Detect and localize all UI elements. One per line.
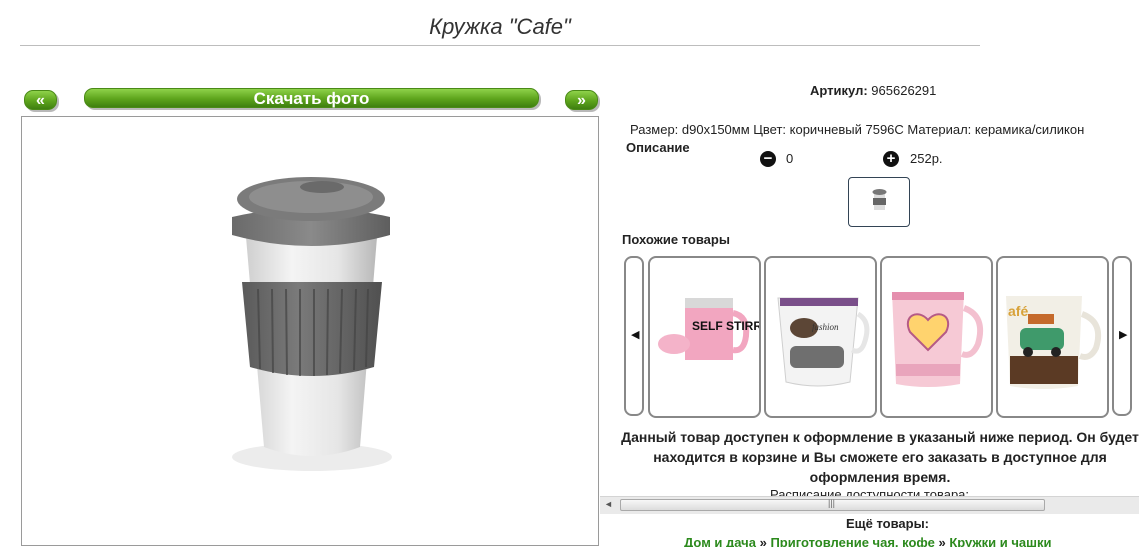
article-label: Артикул: — [810, 83, 868, 98]
breadcrumb-separator: » — [759, 535, 767, 547]
breadcrumb-link[interactable]: Приготовление чая, кофе — [770, 535, 934, 547]
next-photo-button[interactable]: » — [565, 90, 598, 110]
similar-product-card[interactable]: fashion — [764, 256, 877, 418]
photo-thumbnail[interactable] — [848, 177, 910, 227]
prev-photo-button[interactable]: « — [24, 90, 57, 110]
similar-product-card[interactable]: afé — [996, 256, 1109, 418]
breadcrumb-link[interactable]: Кружки и чашки — [949, 535, 1051, 547]
similar-product-card[interactable] — [880, 256, 993, 418]
fashion-mug-image: fashion — [777, 297, 870, 387]
skip-back-icon: ◀ — [631, 329, 640, 341]
travel-mug-image — [232, 177, 392, 471]
cafe-car-mug-image: afé — [1006, 296, 1102, 389]
mug-print-text: SELF STIRRING MUG — [692, 319, 759, 333]
carousel-prev-button[interactable]: ◀ — [624, 256, 644, 416]
product-photo — [21, 116, 599, 546]
availability-schedule-label: Расписание доступности товара: — [769, 488, 970, 496]
price-value: 252р. — [910, 151, 943, 166]
article-value: 965626291 — [871, 83, 937, 98]
download-photo-button[interactable]: Скачать фото — [84, 88, 539, 108]
heart-mug-image — [892, 292, 984, 387]
horizontal-scrollbar[interactable]: ◄ ||| — [600, 496, 1139, 514]
similar-products-title: Похожие товары — [622, 232, 730, 247]
thumbnail-mug-icon — [872, 189, 887, 210]
product-properties: Размер: d90x150мм Цвет: коричневый 7596C… — [630, 122, 1085, 137]
carousel-next-button[interactable]: ▶ — [1112, 256, 1132, 416]
description-label: Описание — [626, 140, 690, 155]
breadcrumb-link[interactable]: Дом и дача — [684, 535, 756, 547]
scrollbar-thumb[interactable]: ||| — [620, 498, 1045, 511]
skip-forward-icon: ▶ — [1119, 329, 1128, 341]
mug-print-text: afé — [1008, 303, 1028, 319]
product-details: Артикул: 965626291 Размер: d90x150мм Цве… — [600, 60, 1139, 547]
self-stirring-mug-image: SELF STIRRING MUG — [658, 298, 759, 360]
grip-icon: ||| — [828, 498, 836, 508]
plus-icon[interactable]: + — [883, 151, 899, 167]
category-breadcrumb: Дом и дача » Приготовление чая, кофе » К… — [684, 535, 1051, 547]
quantity-value: 0 — [786, 151, 794, 166]
more-products-title: Ещё товары: — [845, 516, 930, 531]
scroll-left-icon[interactable]: ◄ — [604, 499, 613, 509]
article-row: Артикул: 965626291 — [810, 83, 936, 98]
availability-notice: Данный товар доступен к оформление в ука… — [621, 429, 1139, 485]
similar-product-card[interactable]: SELF STIRRING MUG — [648, 256, 761, 418]
title-divider — [20, 45, 980, 46]
minus-icon[interactable]: − — [760, 151, 776, 167]
page-title: Кружка "Cafe" — [429, 14, 571, 39]
mug-print-text: fashion — [812, 322, 839, 332]
breadcrumb-separator: » — [938, 535, 946, 547]
